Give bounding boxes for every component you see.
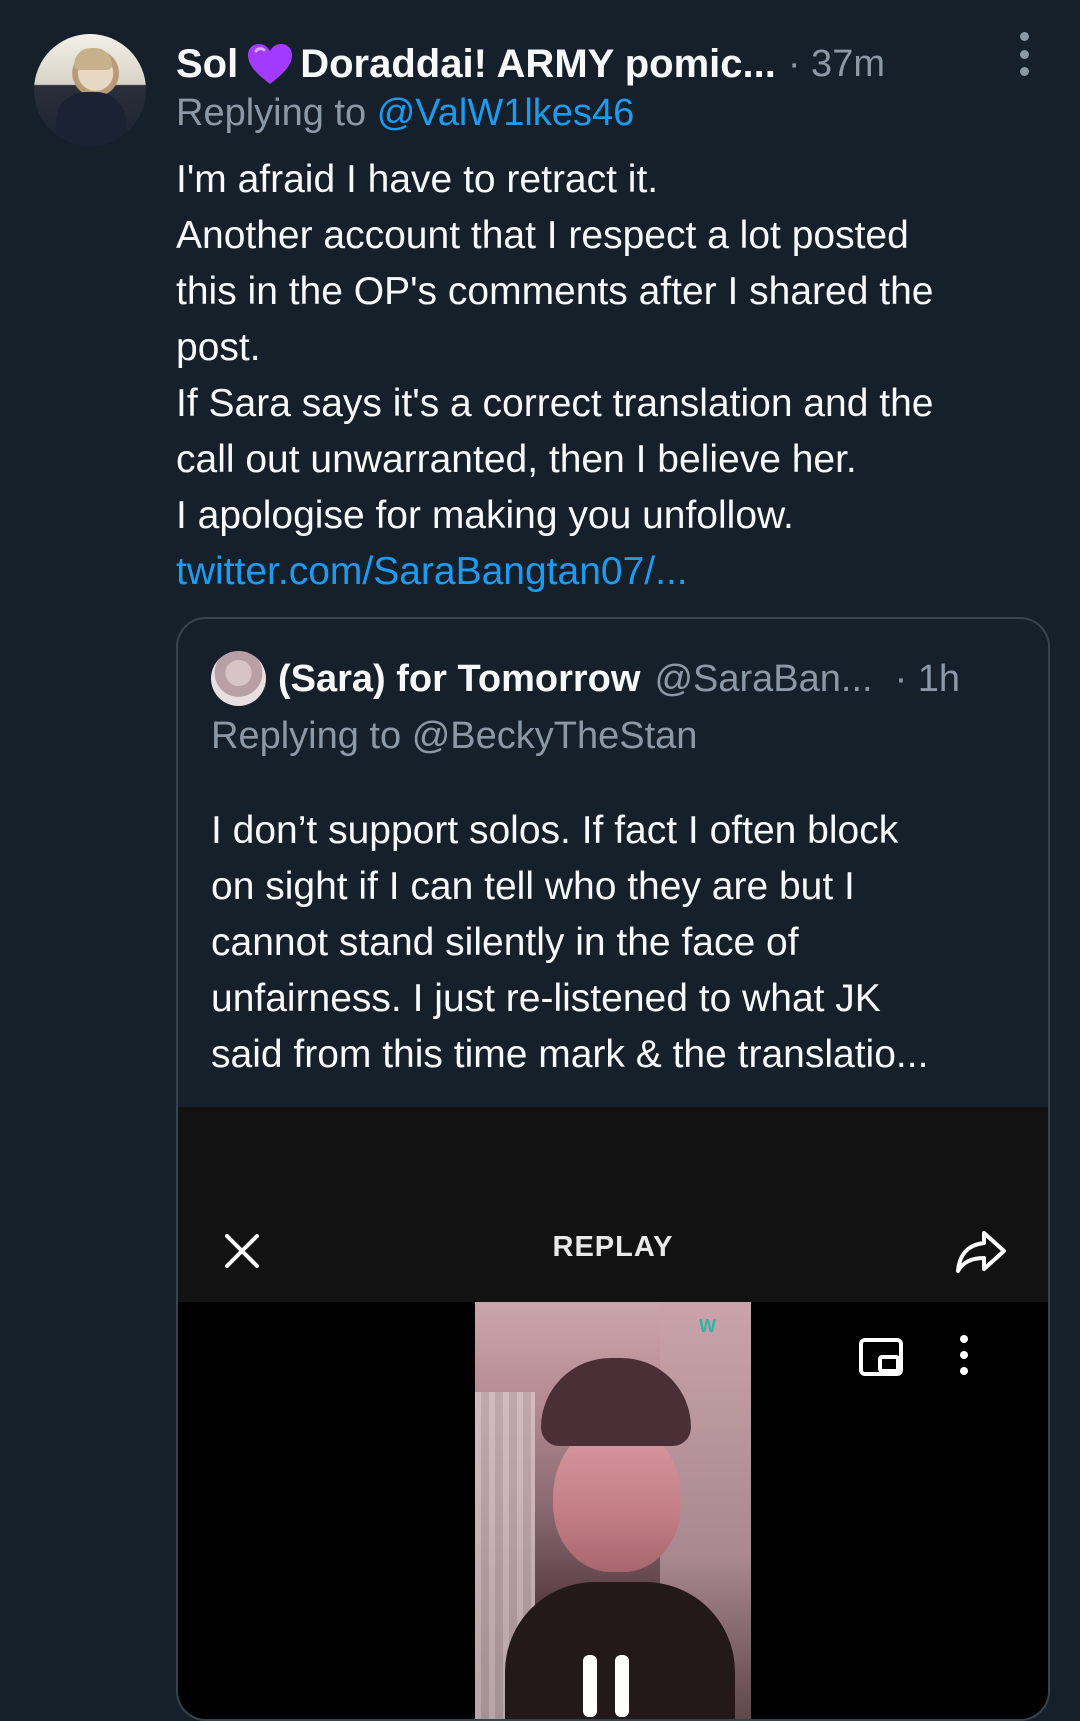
quote-author-avatar[interactable] [211, 651, 266, 706]
quote-header: (Sara) for Tomorrow @SaraBan... · 1h [278, 649, 1038, 709]
more-dot [1019, 67, 1029, 76]
tweet-timestamp[interactable]: · 37m [788, 43, 885, 86]
quote-text-line: I don’t support solos. If fact I often b… [211, 809, 899, 852]
avatar-body [56, 92, 126, 146]
tweet-text-line: post. [176, 326, 261, 369]
more-dot [1019, 49, 1029, 59]
replying-to-mention[interactable]: @ValW1lkes46 [377, 92, 635, 134]
video-more-options-icon[interactable] [958, 1335, 970, 1375]
quote-author-handle[interactable]: @SaraBan... [654, 658, 872, 701]
replying-to: Replying to @ValW1lkes46 [176, 92, 634, 135]
share-icon[interactable] [954, 1227, 1008, 1275]
avatar-hair [74, 48, 112, 70]
author-avatar[interactable] [34, 34, 146, 146]
quote-replying-to-mention: @BeckyTheStan [411, 715, 698, 757]
tweet-header: Sol Doraddai! ARMY pomic... · 37m [176, 34, 1016, 94]
tweet-text: I'm afraid I have to retract it. Another… [176, 152, 1036, 600]
quote-timestamp[interactable]: · 1h [895, 658, 960, 701]
weverse-logo: W [699, 1316, 716, 1336]
picture-in-picture-icon[interactable] [858, 1337, 904, 1377]
quoted-tweet[interactable]: (Sara) for Tomorrow @SaraBan... · 1h Rep… [176, 617, 1050, 1721]
replay-label[interactable]: REPLAY [178, 1231, 1048, 1264]
quote-text-line: unfairness. I just re-listened to what J… [211, 977, 881, 1020]
video-top-bar [178, 1107, 1048, 1302]
pause-icon[interactable] [583, 1655, 629, 1717]
more-options-icon[interactable] [1012, 32, 1036, 76]
quote-text-line: cannot stand silently in the face of [211, 921, 799, 964]
author-name-part1[interactable]: Sol [176, 42, 238, 87]
more-dot [1019, 32, 1029, 41]
video-player[interactable]: REPLAY W [178, 1107, 1048, 1719]
tweet-link[interactable]: twitter.com/SaraBangtan07/... [176, 544, 1036, 600]
tweet-text-line: this in the OP's comments after I shared… [176, 270, 934, 313]
purple-heart-icon [248, 44, 293, 84]
tweet-text-line: If Sara says it's a correct translation … [176, 382, 934, 425]
quote-text-line: on sight if I can tell who they are but … [211, 865, 855, 908]
tweet-text-line: I apologise for making you unfollow. [176, 494, 794, 537]
pause-bar [583, 1655, 597, 1717]
video-more-dot [960, 1351, 968, 1359]
tweet-text-line: Another account that I respect a lot pos… [176, 214, 909, 257]
video-more-dot [960, 1335, 968, 1343]
quote-text: I don’t support solos. If fact I often b… [211, 803, 1031, 1083]
tweet-text-line: I'm afraid I have to retract it. [176, 158, 659, 201]
quote-replying-prefix: Replying to [211, 715, 402, 757]
quote-replying-to: Replying to @BeckyTheStan [211, 715, 697, 758]
quote-text-line: said from this time mark & the translati… [211, 1033, 929, 1076]
tweet-text-line: call out unwarranted, then I believe her… [176, 438, 857, 481]
video-more-dot [960, 1367, 968, 1375]
quote-author-name[interactable]: (Sara) for Tomorrow [278, 658, 640, 701]
pause-bar [615, 1655, 629, 1717]
replying-prefix: Replying to [176, 92, 367, 134]
author-name-part2[interactable]: Doraddai! ARMY pomic... [300, 42, 776, 87]
